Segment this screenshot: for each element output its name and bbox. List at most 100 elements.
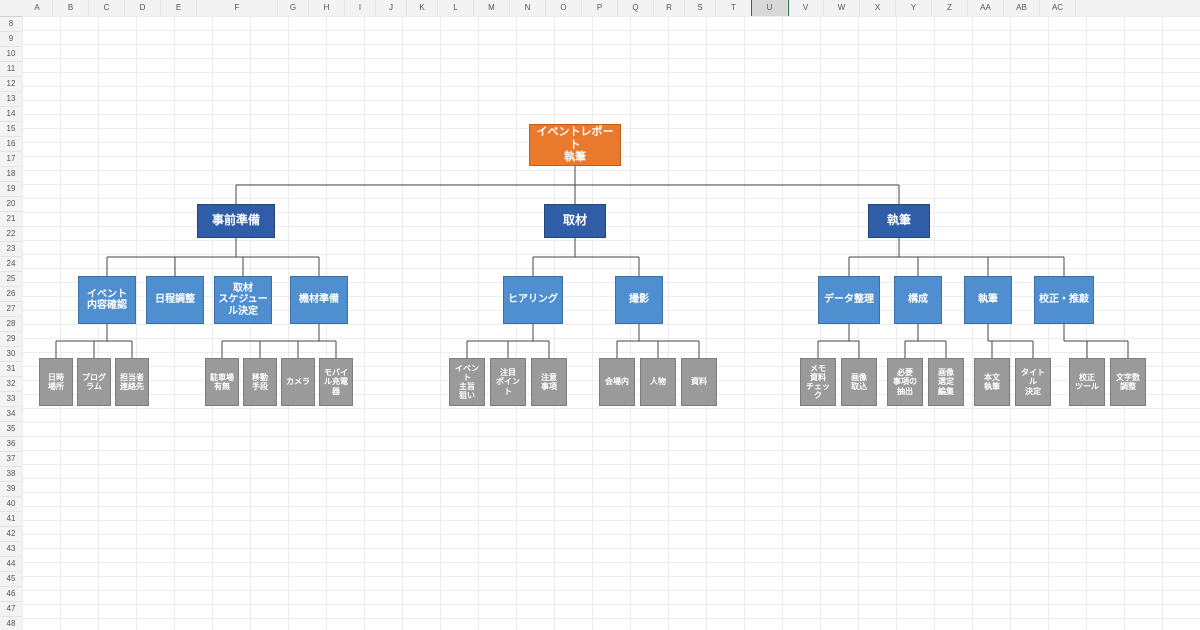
- row-header[interactable]: 12: [0, 77, 22, 92]
- column-header[interactable]: K: [407, 0, 438, 16]
- column-header[interactable]: C: [89, 0, 125, 16]
- column-header[interactable]: R: [654, 0, 685, 16]
- column-header[interactable]: W: [824, 0, 860, 16]
- row-header[interactable]: 25: [0, 272, 22, 287]
- column-header[interactable]: AC: [1040, 0, 1076, 16]
- column-header[interactable]: N: [510, 0, 546, 16]
- l3-title[interactable]: タイトル決定: [1015, 358, 1051, 406]
- l2-equip[interactable]: 機材準備: [290, 276, 348, 324]
- l3-char-adjust[interactable]: 文字数調整: [1110, 358, 1146, 406]
- l3-mobile-chg[interactable]: モバイル充電器: [319, 358, 353, 406]
- l3-caution[interactable]: 注意事項: [531, 358, 567, 406]
- column-header[interactable]: AA: [968, 0, 1004, 16]
- column-header[interactable]: G: [278, 0, 309, 16]
- column-header[interactable]: V: [788, 0, 824, 16]
- column-header[interactable]: P: [582, 0, 618, 16]
- row-header[interactable]: 29: [0, 332, 22, 347]
- l1-write[interactable]: 執筆: [868, 204, 930, 238]
- row-header[interactable]: 11: [0, 62, 22, 77]
- column-header[interactable]: Y: [896, 0, 932, 16]
- row-header[interactable]: 35: [0, 422, 22, 437]
- row-header[interactable]: 27: [0, 302, 22, 317]
- l3-transport[interactable]: 移動手段: [243, 358, 277, 406]
- l2-plan[interactable]: 取材スケジュール決定: [214, 276, 272, 324]
- row-header[interactable]: 38: [0, 467, 22, 482]
- column-header[interactable]: B: [53, 0, 89, 16]
- row-header[interactable]: 16: [0, 137, 22, 152]
- column-header[interactable]: U: [752, 0, 788, 16]
- row-header[interactable]: 19: [0, 182, 22, 197]
- column-header[interactable]: H: [309, 0, 345, 16]
- row-header[interactable]: 46: [0, 587, 22, 602]
- row-header[interactable]: 40: [0, 497, 22, 512]
- row-header[interactable]: 20: [0, 197, 22, 212]
- row-header[interactable]: 15: [0, 122, 22, 137]
- row-header[interactable]: 32: [0, 377, 22, 392]
- l3-material[interactable]: 資料: [681, 358, 717, 406]
- l2-confirm[interactable]: イベント内容確認: [78, 276, 136, 324]
- row-header[interactable]: 18: [0, 167, 22, 182]
- column-header[interactable]: E: [161, 0, 197, 16]
- column-header[interactable]: Z: [932, 0, 968, 16]
- row-header[interactable]: 48: [0, 617, 22, 630]
- row-header[interactable]: 45: [0, 572, 22, 587]
- row-header[interactable]: 37: [0, 452, 22, 467]
- l3-memo-check[interactable]: メモ資料チェック: [800, 358, 836, 406]
- row-header[interactable]: 31: [0, 362, 22, 377]
- l3-parking[interactable]: 駐車場有無: [205, 358, 239, 406]
- row-header[interactable]: 17: [0, 152, 22, 167]
- column-header[interactable]: L: [438, 0, 474, 16]
- l2-hearing[interactable]: ヒアリング: [503, 276, 563, 324]
- column-header[interactable]: D: [125, 0, 161, 16]
- row-header[interactable]: 36: [0, 437, 22, 452]
- row-header[interactable]: 28: [0, 317, 22, 332]
- l3-extract[interactable]: 必要事項の抽出: [887, 358, 923, 406]
- row-header[interactable]: 42: [0, 527, 22, 542]
- column-header[interactable]: X: [860, 0, 896, 16]
- row-header[interactable]: 44: [0, 557, 22, 572]
- row-header[interactable]: 9: [0, 32, 22, 47]
- row-header[interactable]: 33: [0, 392, 22, 407]
- l3-camera[interactable]: カメラ: [281, 358, 315, 406]
- l3-image-edit[interactable]: 画像選定編集: [928, 358, 964, 406]
- column-header[interactable]: F: [197, 0, 278, 16]
- row-header[interactable]: 21: [0, 212, 22, 227]
- l2-draft[interactable]: 執筆: [964, 276, 1012, 324]
- row-header[interactable]: 30: [0, 347, 22, 362]
- root-node[interactable]: イベントレポート執筆: [529, 124, 621, 166]
- row-header[interactable]: 23: [0, 242, 22, 257]
- row-header[interactable]: 24: [0, 257, 22, 272]
- l2-proof[interactable]: 校正・推敲: [1034, 276, 1094, 324]
- l3-proof-tool[interactable]: 校正ツール: [1069, 358, 1105, 406]
- l2-schedule[interactable]: 日程調整: [146, 276, 204, 324]
- row-header[interactable]: 8: [0, 17, 22, 32]
- column-header[interactable]: J: [376, 0, 407, 16]
- column-header[interactable]: I: [345, 0, 376, 16]
- l3-contact[interactable]: 担当者連絡先: [115, 358, 149, 406]
- l3-event-aim[interactable]: イベント主旨狙い: [449, 358, 485, 406]
- column-header[interactable]: O: [546, 0, 582, 16]
- l1-report[interactable]: 取材: [544, 204, 606, 238]
- row-header[interactable]: 14: [0, 107, 22, 122]
- row-header[interactable]: 41: [0, 512, 22, 527]
- l3-image-import[interactable]: 画像取込: [841, 358, 877, 406]
- row-header[interactable]: 34: [0, 407, 22, 422]
- l3-venue[interactable]: 会場内: [599, 358, 635, 406]
- l2-shoot[interactable]: 撮影: [615, 276, 663, 324]
- l3-highlight[interactable]: 注目ポイント: [490, 358, 526, 406]
- l2-organize[interactable]: データ整理: [818, 276, 880, 324]
- column-header[interactable]: Q: [618, 0, 654, 16]
- column-header[interactable]: A: [22, 0, 53, 16]
- column-header[interactable]: S: [685, 0, 716, 16]
- row-header[interactable]: 26: [0, 287, 22, 302]
- l3-program[interactable]: プログラム: [77, 358, 111, 406]
- row-header[interactable]: 10: [0, 47, 22, 62]
- row-header[interactable]: 43: [0, 542, 22, 557]
- column-header[interactable]: T: [716, 0, 752, 16]
- l2-structure[interactable]: 構成: [894, 276, 942, 324]
- row-header[interactable]: 47: [0, 602, 22, 617]
- row-header[interactable]: 39: [0, 482, 22, 497]
- column-header[interactable]: M: [474, 0, 510, 16]
- row-header[interactable]: 22: [0, 227, 22, 242]
- row-header[interactable]: 13: [0, 92, 22, 107]
